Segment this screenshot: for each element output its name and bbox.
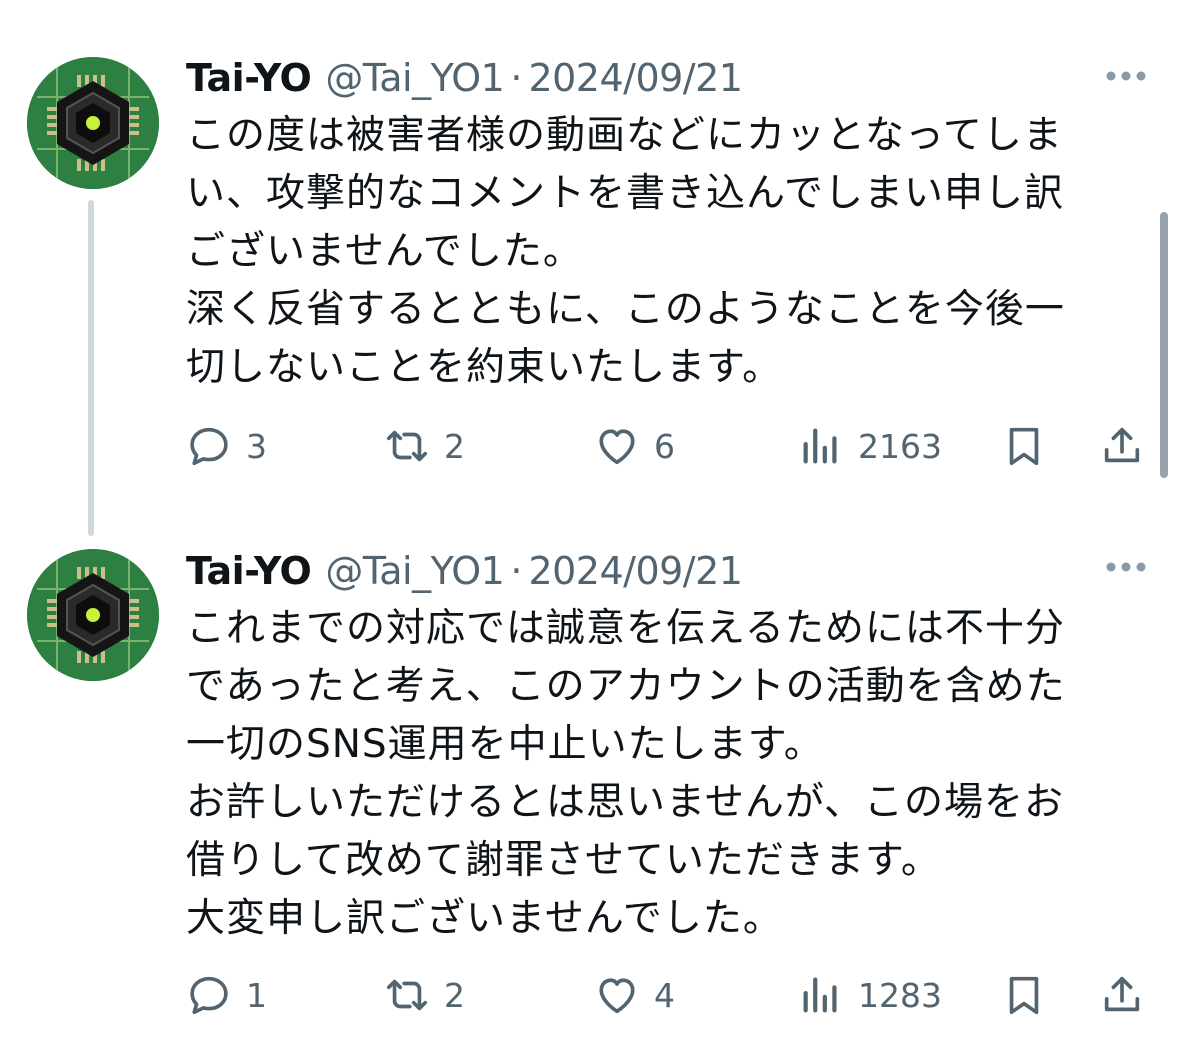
reply-button[interactable]: 3	[186, 416, 267, 476]
timestamp[interactable]: 2024/09/21	[528, 549, 743, 593]
views-icon	[803, 977, 837, 1013]
bookmark-icon	[1009, 976, 1039, 1015]
share-icon	[1104, 427, 1140, 463]
timestamp[interactable]: 2024/09/21	[528, 56, 743, 100]
like-count: 4	[654, 975, 675, 1015]
thread-line	[88, 200, 94, 536]
retweet-count: 2	[444, 975, 465, 1015]
heart-icon	[599, 978, 635, 1014]
bookmark-button[interactable]	[1001, 416, 1047, 476]
tweet-text: これまでの対応では誠意を伝えるためには不十分 であったと考え、このアカウントの活…	[186, 600, 1126, 948]
views-button[interactable]: 1283	[798, 965, 942, 1025]
reply-count: 1	[246, 975, 267, 1015]
reply-button[interactable]: 1	[186, 965, 267, 1025]
retweet-button[interactable]: 2	[384, 965, 465, 1025]
action-bar: 3 2 6 2163	[186, 416, 1146, 476]
share-button[interactable]	[1099, 965, 1145, 1025]
tweet-text-line: この度は被害者様の動画などにカッとなってしま	[186, 113, 1063, 158]
tweet-text-line: 借りして改めて謝罪させていただきます。	[186, 838, 941, 883]
avatar[interactable]	[27, 549, 159, 681]
views-icon	[803, 428, 837, 464]
action-bar: 1 2 4 1283	[186, 965, 1146, 1025]
display-name[interactable]: Tai-YO	[186, 56, 312, 100]
views-button[interactable]: 2163	[798, 416, 942, 476]
retweet-icon	[386, 979, 428, 1011]
tweet-text: この度は被害者様の動画などにカッとなってしま い、攻撃的なコメントを書き込んでし…	[186, 107, 1126, 397]
display-name[interactable]: Tai-YO	[186, 549, 312, 593]
tweet-header: Tai-YO @Tai_YO1 · 2024/09/21	[186, 52, 743, 104]
share-icon	[1104, 976, 1140, 1012]
reply-icon	[190, 976, 228, 1015]
tweet[interactable]: Tai-YO @Tai_YO1 · 2024/09/21 これまでの対応では誠意…	[0, 545, 1179, 1052]
avatar[interactable]	[27, 57, 159, 189]
handle[interactable]: @Tai_YO1	[325, 549, 505, 593]
views-count: 2163	[858, 426, 942, 466]
more-dots-icon[interactable]	[1104, 69, 1148, 83]
bookmark-button[interactable]	[1001, 965, 1047, 1025]
views-count: 1283	[858, 975, 942, 1015]
retweet-button[interactable]: 2	[384, 416, 465, 476]
tweet-text-line: ございませんでした。	[186, 229, 583, 274]
bookmark-icon	[1009, 427, 1039, 466]
tweet-text-line: い、攻撃的なコメントを書き込んでしまい申し訳	[186, 171, 1065, 216]
tweet-text-line: 一切のSNS運用を中止いたします。	[186, 722, 824, 767]
tweet-text-line: お許しいただけるとは思いませんが、この場をお	[186, 780, 1065, 825]
retweet-count: 2	[444, 426, 465, 466]
heart-icon	[599, 429, 635, 465]
reply-icon	[190, 427, 228, 466]
tweet-text-line: であったと考え、このアカウントの活動を含めた	[186, 664, 1066, 709]
separator: ·	[510, 549, 523, 593]
tweet-text-line: 切しないことを約束いたします。	[186, 345, 783, 390]
tweet-header: Tai-YO @Tai_YO1 · 2024/09/21	[186, 545, 743, 597]
like-button[interactable]: 6	[594, 416, 675, 476]
more-dots-icon[interactable]	[1104, 560, 1148, 574]
like-count: 6	[654, 426, 675, 466]
tweet-text-line: これまでの対応では誠意を伝えるためには不十分	[186, 606, 1065, 651]
handle[interactable]: @Tai_YO1	[325, 56, 505, 100]
share-button[interactable]	[1099, 416, 1145, 476]
retweet-icon	[386, 430, 428, 462]
tweet-text-line: 深く反省するとともに、このようなことを今後一	[186, 287, 1065, 332]
tweet-text-line: 大変申し訳ございませんでした。	[186, 896, 783, 941]
tweet[interactable]: Tai-YO @Tai_YO1 · 2024/09/21 この度は被害者様の動画…	[0, 0, 1179, 536]
separator: ·	[510, 56, 523, 100]
reply-count: 3	[246, 426, 267, 466]
like-button[interactable]: 4	[594, 965, 675, 1025]
